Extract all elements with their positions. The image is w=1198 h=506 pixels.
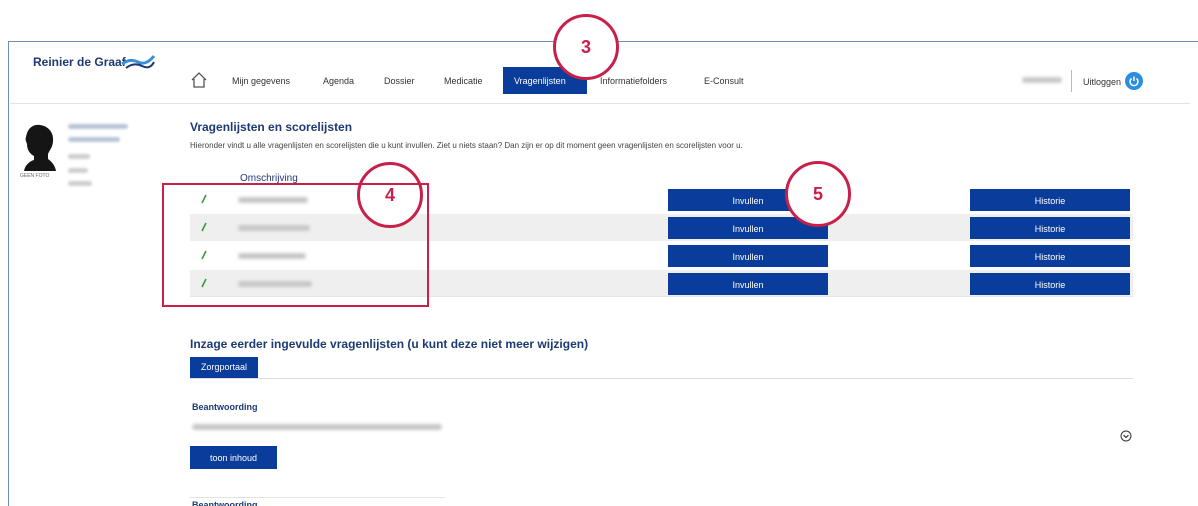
callout-3: 3 <box>553 14 619 80</box>
answer-label: Beantwoording <box>192 402 258 412</box>
header-separator <box>1071 70 1072 92</box>
answer-divider <box>190 497 445 498</box>
avatar-silhouette-icon <box>24 124 56 171</box>
patient-id-redacted <box>68 181 92 186</box>
patient-name-redacted <box>68 124 128 129</box>
answer-label-2: Beantwoording <box>192 501 258 506</box>
patient-gender-redacted <box>68 168 88 173</box>
historie-button[interactable]: Historie <box>970 217 1130 239</box>
patient-dob-redacted <box>68 154 90 159</box>
page-title: Vragenlijsten en scorelijsten <box>190 120 353 134</box>
power-glyph <box>1129 76 1139 87</box>
home-icon[interactable] <box>190 71 208 89</box>
patient-name-redacted-2 <box>68 137 120 142</box>
callout-5: 5 <box>785 161 851 227</box>
history-title: Inzage eerder ingevulde vragenlijsten (u… <box>190 337 589 351</box>
logo-text: Reinier de Graaf <box>33 55 126 69</box>
nav-dossier[interactable]: Dossier <box>384 76 415 86</box>
highlight-box <box>162 183 429 307</box>
nav-agenda[interactable]: Agenda <box>323 76 354 86</box>
power-icon[interactable] <box>1125 72 1143 90</box>
chevron-down-circle-icon[interactable] <box>1120 430 1132 442</box>
logout-link[interactable]: Uitloggen <box>1083 77 1121 87</box>
nav-vragenlijsten-label: Vragenlijsten <box>514 76 566 86</box>
answer-details-redacted <box>192 424 442 430</box>
username-redacted <box>1022 77 1062 83</box>
tab-zorgportaal[interactable]: Zorgportaal <box>190 357 258 378</box>
nav-mijn-gegevens[interactable]: Mijn gegevens <box>232 76 290 86</box>
photo-caption: GEEN FOTO <box>20 173 50 179</box>
nav-medicatie[interactable]: Medicatie <box>444 76 483 86</box>
toon-inhoud-button[interactable]: toon inhoud <box>190 446 277 469</box>
historie-button[interactable]: Historie <box>970 245 1130 267</box>
logo-icon <box>121 55 156 69</box>
historie-button[interactable]: Historie <box>970 273 1130 295</box>
nav-e-consult[interactable]: E-Consult <box>704 76 744 86</box>
intro-text: Hieronder vindt u alle vragenlijsten en … <box>190 141 743 150</box>
header-divider <box>10 103 1190 104</box>
invullen-button[interactable]: Invullen <box>668 273 828 295</box>
nav-informatiefolders[interactable]: Informatiefolders <box>600 76 667 86</box>
invullen-button[interactable]: Invullen <box>668 245 828 267</box>
tab-divider <box>190 378 1133 379</box>
historie-button[interactable]: Historie <box>970 189 1130 211</box>
